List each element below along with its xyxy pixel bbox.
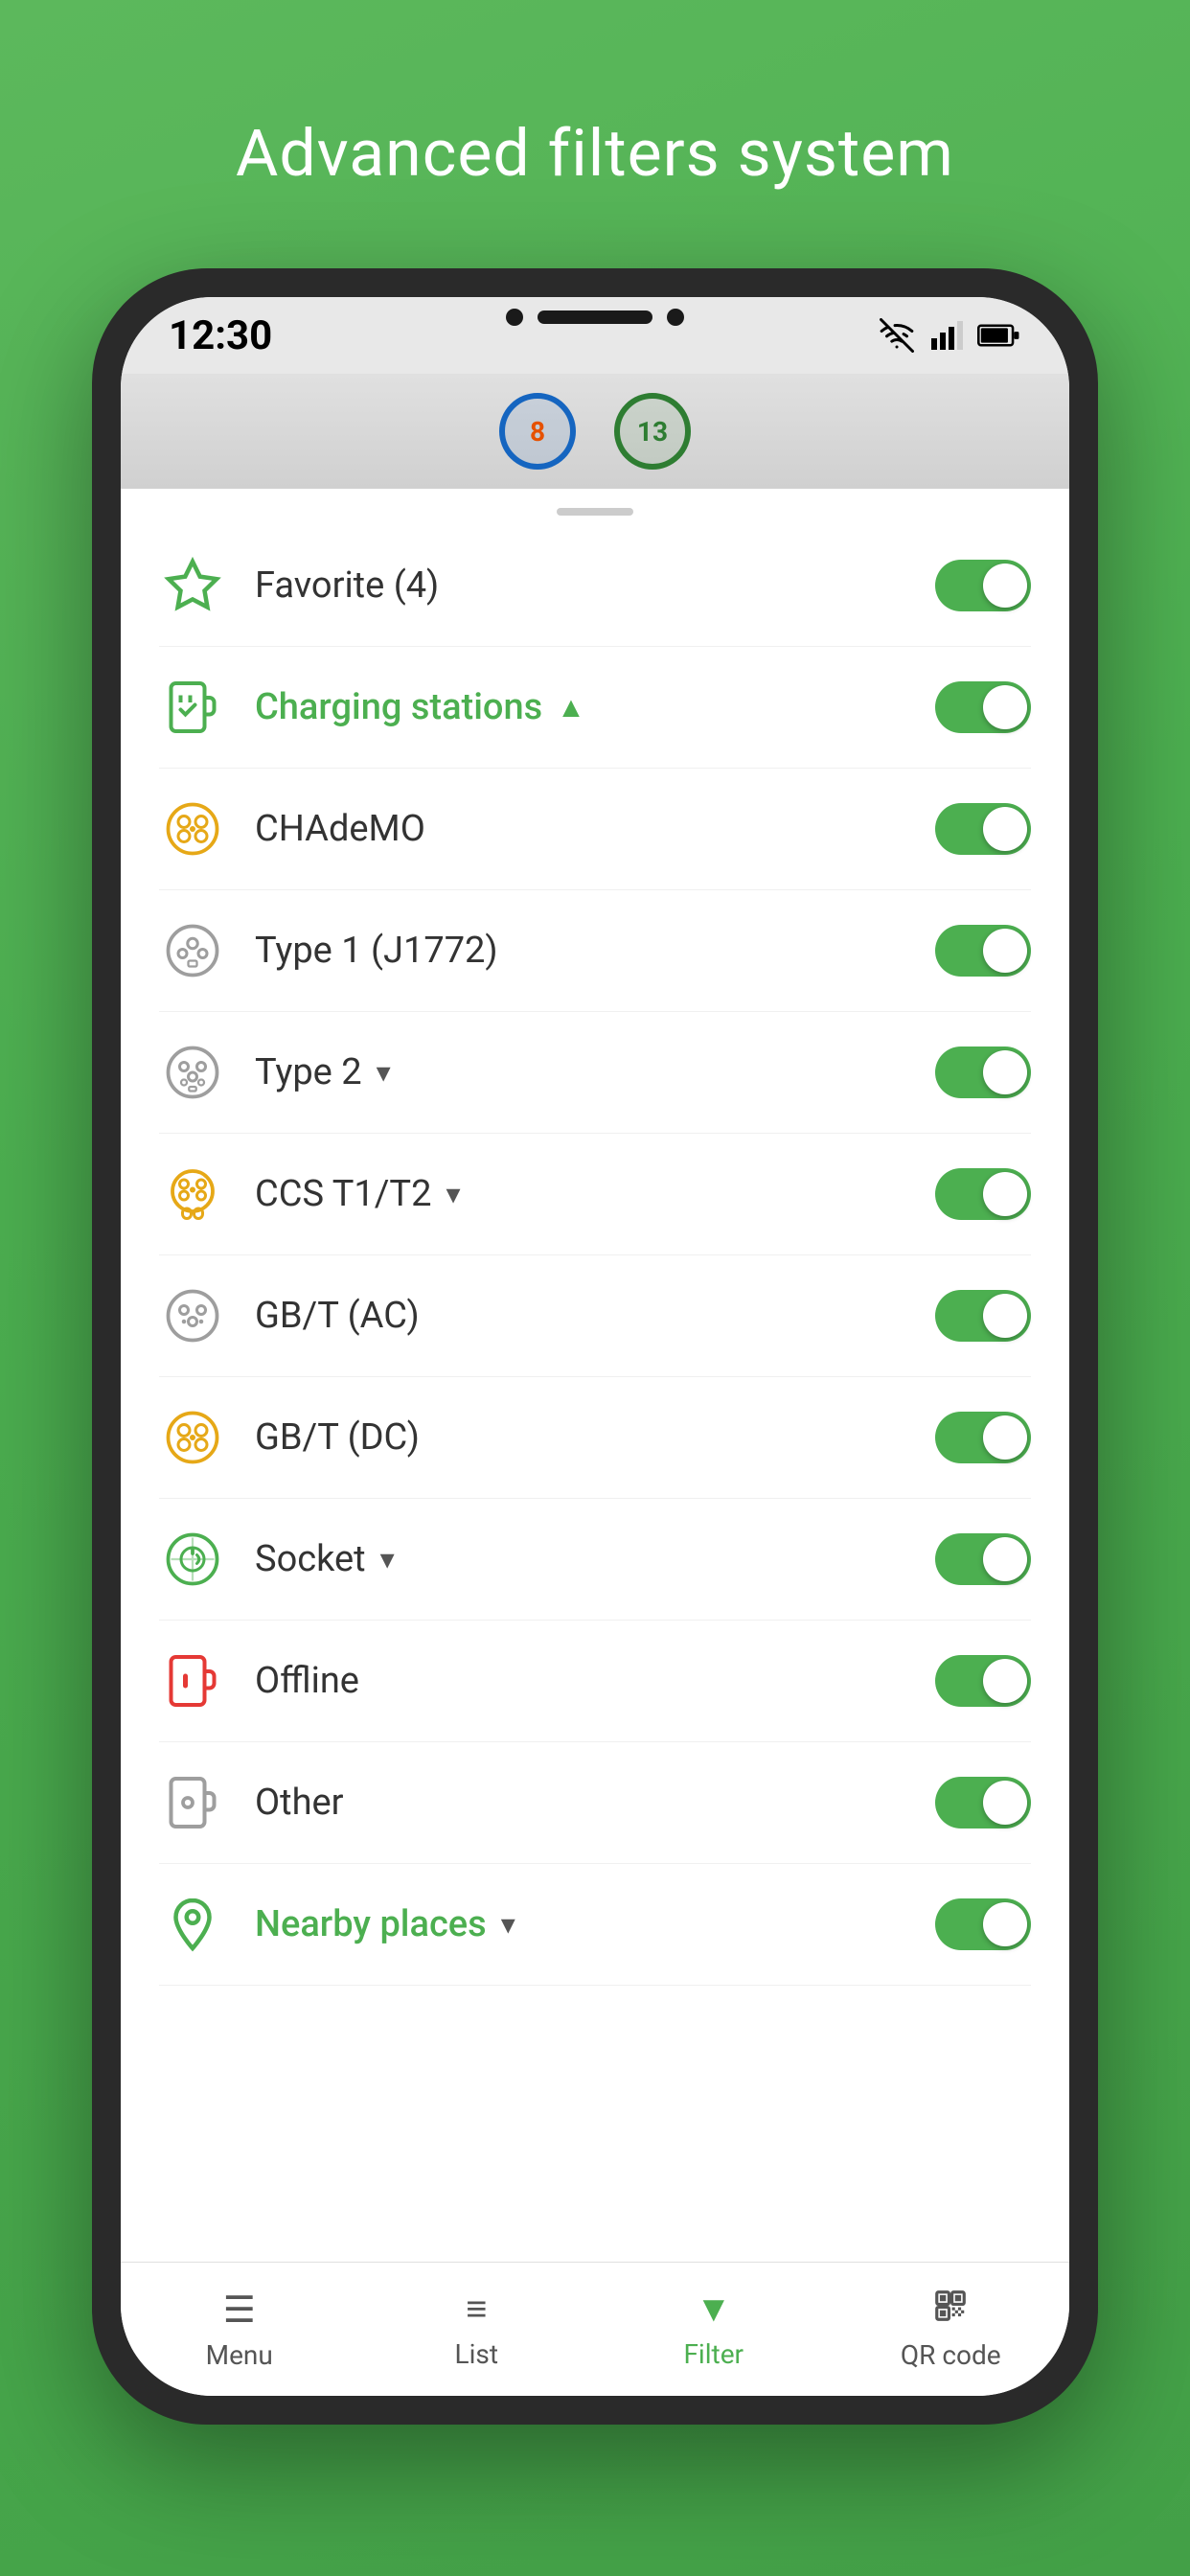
- speaker-bar: [538, 310, 652, 324]
- filter-row-socket[interactable]: Socket ▾: [159, 1499, 1031, 1621]
- drag-handle-bar: [557, 508, 633, 516]
- other-station-icon: [159, 1769, 226, 1836]
- offline-toggle[interactable]: [935, 1655, 1031, 1707]
- type1-label: Type 1 (J1772): [255, 930, 935, 972]
- other-label: Other: [255, 1782, 935, 1824]
- favorite-label: Favorite (4): [255, 564, 935, 607]
- ccs-icon: [159, 1161, 226, 1228]
- chevron-up-icon: ▲: [557, 691, 585, 724]
- menu-icon: ☰: [223, 2288, 256, 2332]
- type2-toggle[interactable]: [935, 1046, 1031, 1098]
- page-title: Advanced filters system: [236, 115, 954, 192]
- chevron-down-icon-3: ▾: [380, 1543, 395, 1576]
- socket-toggle[interactable]: [935, 1533, 1031, 1585]
- offline-label: Offline: [255, 1660, 935, 1702]
- chademo-icon: [159, 795, 226, 862]
- nav-item-menu[interactable]: ☰ Menu: [121, 2288, 358, 2371]
- bottom-nav: ☰ Menu ≡ List ▼ Filter: [121, 2262, 1069, 2396]
- other-toggle[interactable]: [935, 1777, 1031, 1828]
- qr-code-icon: [932, 2288, 969, 2332]
- signal-icon: [928, 318, 963, 353]
- type1-toggle[interactable]: [935, 925, 1031, 977]
- gbt-ac-label: GB/T (AC): [255, 1295, 935, 1337]
- filter-row-chademo[interactable]: CHAdeMO: [159, 769, 1031, 890]
- filter-row-type2[interactable]: Type 2 ▾: [159, 1012, 1031, 1134]
- chademo-label: CHAdeMO: [255, 808, 935, 850]
- status-time: 12:30: [169, 312, 272, 359]
- type1-icon: [159, 917, 226, 984]
- socket-label: Socket ▾: [255, 1538, 935, 1580]
- filter-row-other[interactable]: Other: [159, 1742, 1031, 1864]
- ccs-toggle[interactable]: [935, 1168, 1031, 1220]
- phone-frame: 12:30: [92, 268, 1098, 2425]
- location-pin-icon: [159, 1891, 226, 1958]
- filter-row-nearby-places[interactable]: Nearby places ▾: [159, 1864, 1031, 1986]
- map-preview: 8 13: [121, 374, 1069, 489]
- charging-stations-label: Charging stations ▲: [255, 686, 935, 728]
- camera-dot: [506, 309, 523, 326]
- filter-row-gbt-ac[interactable]: GB/T (AC): [159, 1255, 1031, 1377]
- gbt-dc-label: GB/T (DC): [255, 1416, 935, 1459]
- camera-area: [506, 309, 684, 326]
- list-icon: ≡: [466, 2288, 487, 2331]
- battery-icon: [977, 318, 1021, 353]
- gbt-ac-toggle[interactable]: [935, 1290, 1031, 1342]
- nav-item-list[interactable]: ≡ List: [358, 2288, 596, 2370]
- phone-screen: 12:30: [121, 297, 1069, 2396]
- charging-station-icon: [159, 674, 226, 741]
- status-icons: [880, 318, 1021, 353]
- drag-handle[interactable]: [121, 489, 1069, 525]
- filter-icon: ▼: [696, 2288, 732, 2331]
- chevron-down-icon-4: ▾: [501, 1908, 515, 1942]
- gbt-dc-icon: [159, 1404, 226, 1471]
- nearby-places-label: Nearby places ▾: [255, 1903, 935, 1945]
- star-icon: [159, 552, 226, 619]
- ccs-label: CCS T1/T2 ▾: [255, 1173, 935, 1215]
- filter-label: Filter: [683, 2338, 744, 2370]
- camera-dot-2: [667, 309, 684, 326]
- filter-row-gbt-dc[interactable]: GB/T (DC): [159, 1377, 1031, 1499]
- nav-item-filter[interactable]: ▼ Filter: [595, 2288, 833, 2370]
- list-label: List: [455, 2338, 499, 2370]
- favorite-toggle[interactable]: [935, 560, 1031, 611]
- filter-row-type1[interactable]: Type 1 (J1772): [159, 890, 1031, 1012]
- nav-item-qrcode[interactable]: QR code: [833, 2288, 1070, 2371]
- filter-list: Favorite (4) Ch: [121, 525, 1069, 2262]
- type2-icon: [159, 1039, 226, 1106]
- charging-stations-toggle[interactable]: [935, 681, 1031, 733]
- wifi-icon: [880, 318, 914, 353]
- chevron-down-icon: ▾: [377, 1056, 391, 1090]
- gbt-dc-toggle[interactable]: [935, 1412, 1031, 1463]
- filter-row-offline[interactable]: Offline: [159, 1621, 1031, 1742]
- offline-icon: [159, 1647, 226, 1714]
- chademo-toggle[interactable]: [935, 803, 1031, 855]
- content-area[interactable]: Favorite (4) Ch: [121, 489, 1069, 2262]
- filter-row-favorite[interactable]: Favorite (4): [159, 525, 1031, 647]
- chevron-down-icon-2: ▾: [446, 1178, 460, 1211]
- map-marker-2: 13: [614, 393, 691, 470]
- gbt-ac-icon: [159, 1282, 226, 1349]
- map-marker-1: 8: [499, 393, 576, 470]
- type2-label: Type 2 ▾: [255, 1051, 935, 1093]
- filter-row-ccs[interactable]: CCS T1/T2 ▾: [159, 1134, 1031, 1255]
- filter-row-charging-stations[interactable]: Charging stations ▲: [159, 647, 1031, 769]
- nearby-places-toggle[interactable]: [935, 1898, 1031, 1950]
- qrcode-label: QR code: [901, 2339, 1001, 2371]
- socket-icon: [159, 1526, 226, 1593]
- menu-label: Menu: [206, 2339, 273, 2371]
